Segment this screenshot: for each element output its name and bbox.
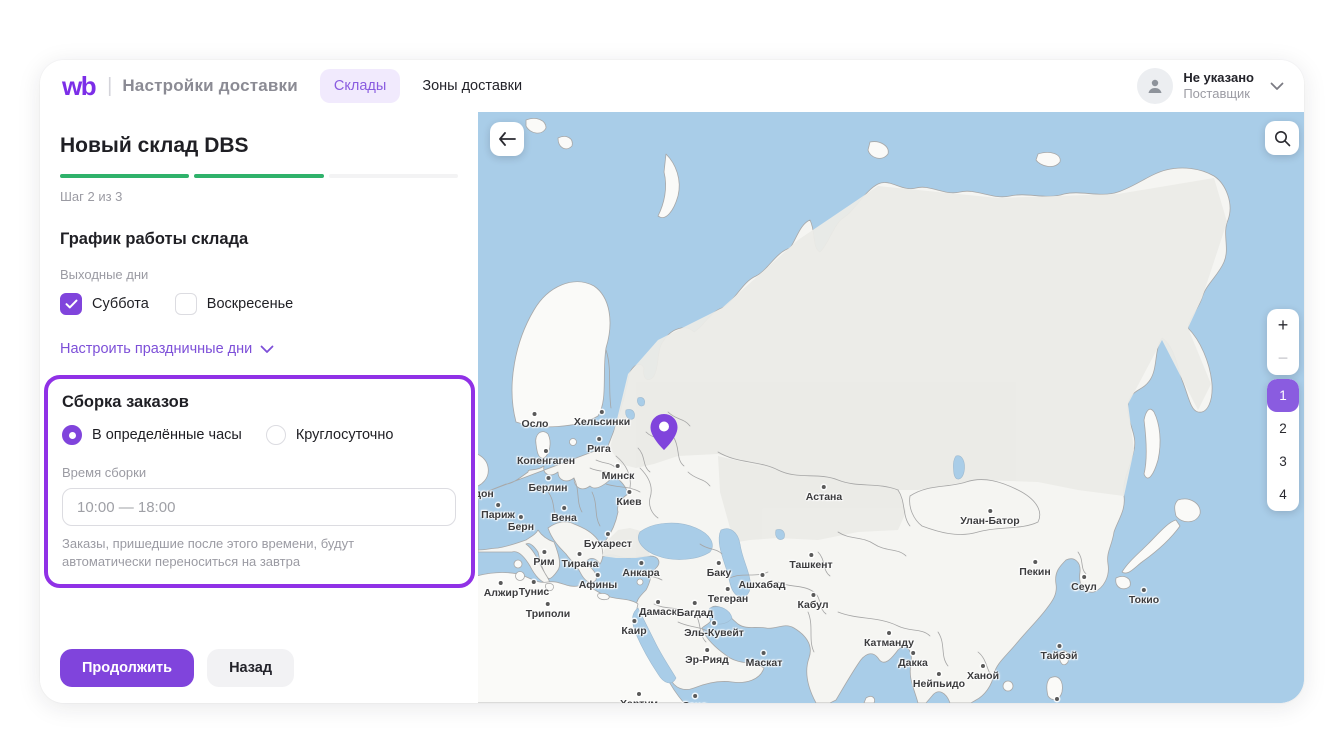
weekend-label: Выходные дни [60,267,458,282]
checkbox-saturday[interactable]: Суббота [60,293,149,315]
wb-logo: wb [62,71,95,102]
map-level-3[interactable]: 3 [1267,445,1299,478]
map-level-4[interactable]: 4 [1267,478,1299,511]
chevron-down-icon [260,345,274,354]
checkbox-saturday-box[interactable] [60,293,82,315]
user-name: Не указано [1183,70,1254,86]
person-icon [1146,77,1164,95]
map-location-pin [649,413,679,451]
logo-separator: | [107,75,112,98]
map-level-1[interactable]: 1 [1267,379,1299,412]
map-geography [478,112,1304,703]
map-level-2[interactable]: 2 [1267,412,1299,445]
radio-around-the-clock-label: Круглосуточно [296,427,394,443]
zoom-in-button[interactable]: + [1267,309,1299,342]
avatar [1137,68,1173,104]
main-card: wb | Настройки доставки Склады Зоны дост… [40,60,1304,703]
radio-specific-hours[interactable]: В определённые часы [62,425,242,445]
assembly-highlight-box: Сборка заказов В определённые часы Кругл… [44,375,475,588]
user-menu[interactable]: Не указано Поставщик [1137,68,1284,104]
user-role: Поставщик [1183,86,1254,102]
map-canvas[interactable]: ОслоХельсинкиРигаКопенгагенМинскБерлинКи… [478,112,1304,703]
tab-delivery-zones[interactable]: Зоны доставки [408,69,536,103]
weekend-checkboxes: Суббота Воскресенье [60,293,458,315]
progress-segment [329,174,458,178]
app-title: Настройки доставки [122,76,298,96]
app-header: wb | Настройки доставки Склады Зоны дост… [40,60,1304,112]
assembly-time-label: Время сборки [62,465,456,480]
search-icon [1274,130,1291,147]
header-tabs: Склады Зоны доставки [320,69,536,103]
zoom-out-button[interactable]: − [1267,342,1299,375]
checkbox-saturday-label: Суббота [92,296,149,312]
checkbox-sunday-label: Воскресенье [207,296,293,312]
schedule-heading: График работы склада [60,230,458,249]
check-icon [65,299,78,309]
progress-bar [60,174,458,178]
arrow-left-icon [498,132,516,146]
assembly-time-input[interactable] [62,488,456,526]
map-zoom-control: + − [1267,309,1299,375]
checkbox-sunday-box[interactable] [175,293,197,315]
radio-specific-hours-control[interactable] [62,425,82,445]
assembly-heading: Сборка заказов [62,393,456,412]
continue-button[interactable]: Продолжить [60,649,194,687]
assembly-helper-text: Заказы, пришедшие после этого времени, б… [62,535,442,570]
assembly-radios: В определённые часы Круглосуточно [62,425,456,445]
radio-specific-hours-label: В определённые часы [92,427,242,443]
user-texts: Не указано Поставщик [1183,70,1254,103]
holidays-link[interactable]: Настроить праздничные дни [60,341,458,357]
warehouse-form-panel: Новый склад DBS Шаг 2 из 3 График работы… [40,112,478,703]
map-back-button[interactable] [490,122,524,156]
progress-segment [194,174,323,178]
map-level-buttons: 1234 [1267,379,1299,511]
progress-segment [60,174,189,178]
checkbox-sunday[interactable]: Воскресенье [175,293,293,315]
back-button[interactable]: Назад [207,649,294,687]
tab-warehouses[interactable]: Склады [320,69,400,103]
step-label: Шаг 2 из 3 [60,189,458,204]
page-title: Новый склад DBS [60,134,458,158]
radio-around-the-clock-control[interactable] [266,425,286,445]
radio-around-the-clock[interactable]: Круглосуточно [266,425,394,445]
chevron-down-icon [1270,82,1284,91]
holidays-link-label: Настроить праздничные дни [60,341,252,357]
form-actions: Продолжить Назад [60,649,458,687]
map-search-button[interactable] [1265,121,1299,155]
